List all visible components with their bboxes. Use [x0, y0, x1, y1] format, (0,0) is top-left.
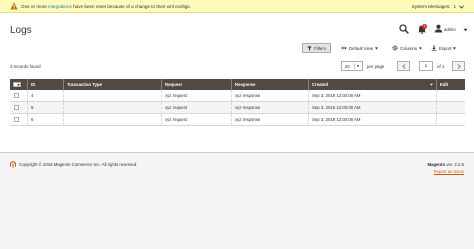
user-name[interactable]: admin	[444, 27, 456, 32]
cell-id: 6	[28, 114, 64, 126]
per-page-label: per page	[367, 64, 385, 69]
filters-label: Filters	[314, 45, 326, 51]
cell-id: 4	[28, 90, 64, 102]
page-title: Logs	[10, 25, 32, 36]
page-number-input[interactable]: 1	[419, 61, 433, 71]
page-count-label: of 1	[437, 64, 445, 69]
copyright-text: Copyright © 2018 Magento Commerce Inc. A…	[19, 162, 138, 167]
chevron-down-icon	[453, 46, 457, 50]
export-label: Export	[439, 45, 452, 51]
system-messages-count: 1	[453, 4, 456, 9]
cell-request: xyz request	[162, 114, 232, 126]
records-found: 3 records found	[10, 64, 41, 69]
column-header-request[interactable]: Request	[162, 79, 232, 90]
column-header-edit: Edit	[440, 82, 449, 87]
column-header-id[interactable]: ID	[28, 79, 64, 90]
export-dropdown[interactable]: Export	[431, 43, 464, 53]
chevron-down-icon	[418, 46, 422, 50]
table-row[interactable]: 6 xyz request xyz response Sep 3, 2018 1…	[10, 114, 465, 126]
cell-request: xyz request	[162, 90, 232, 102]
default-view-dropdown[interactable]: Default View	[341, 43, 385, 53]
chevron-down-icon	[17, 84, 20, 86]
version-number: ver. 2.2.5	[446, 162, 464, 167]
cell-response: xyz response	[232, 102, 309, 114]
notification-badge: 5	[422, 24, 427, 29]
row-checkbox[interactable]	[14, 93, 19, 98]
system-notice-bar: One or more integrations have been reset…	[0, 0, 474, 13]
integrations-link[interactable]: integrations	[48, 4, 72, 9]
magento-logo-icon	[10, 161, 16, 168]
cell-response: xyz response	[232, 90, 309, 102]
chevron-left-icon	[402, 64, 406, 69]
cell-created: Sep 3, 2018 12:00:00 AM	[309, 102, 437, 114]
table-row[interactable]: 5 xyz request xyz response Sep 3, 2018 1…	[10, 102, 465, 114]
column-header-created[interactable]: Created	[309, 79, 437, 90]
mass-action-checkbox[interactable]	[13, 82, 21, 87]
system-messages-label: System Messages:	[411, 4, 451, 9]
row-checkbox[interactable]	[14, 117, 19, 122]
column-header-transaction-type[interactable]: Transaction Type	[64, 79, 162, 90]
report-issue-link[interactable]: Report an Issue	[434, 169, 464, 174]
notice-text-suffix: have been reset because of a change to t…	[73, 4, 191, 9]
cell-request: xyz request	[162, 102, 232, 114]
eye-icon	[341, 46, 347, 50]
version-info: Magento ver. 2.2.5	[427, 162, 464, 167]
column-header-response[interactable]: Response	[232, 79, 309, 90]
warning-icon	[10, 2, 18, 10]
mass-action-select[interactable]	[10, 79, 28, 90]
product-name: Magento	[427, 162, 446, 167]
cell-created: Sep 3, 2018 12:00:00 AM	[309, 114, 437, 126]
chevron-down-icon	[354, 63, 360, 69]
notice-text-prefix: One or more	[21, 4, 47, 9]
default-view-label: Default View	[349, 45, 374, 51]
notice-message: One or more integrations have been reset…	[21, 4, 191, 9]
chevron-down-icon	[459, 4, 464, 9]
previous-page-button[interactable]	[397, 61, 410, 71]
per-page-select[interactable]: 20	[341, 61, 363, 71]
system-messages-toggle[interactable]: System Messages: 1	[412, 4, 464, 9]
column-header-created-label: Created	[312, 82, 329, 87]
cell-edit[interactable]	[437, 102, 465, 114]
columns-dropdown[interactable]: Columns	[392, 43, 424, 53]
per-page-value: 20	[345, 63, 350, 69]
page-footer	[0, 153, 474, 249]
gear-icon	[392, 45, 398, 51]
cell-transaction-type	[64, 102, 162, 114]
row-checkbox[interactable]	[14, 105, 19, 110]
cell-transaction-type	[64, 114, 162, 126]
cell-edit[interactable]	[437, 114, 465, 126]
next-page-button[interactable]	[452, 61, 465, 71]
cell-transaction-type	[64, 90, 162, 102]
chevron-down-icon	[375, 46, 379, 50]
grid-header-row: ID Transaction Type Request Response Cre…	[10, 79, 465, 90]
cell-created: Sep 3, 2018 12:00:00 AM	[309, 90, 437, 102]
row-checkbox-cell[interactable]	[10, 102, 28, 114]
filter-icon	[307, 45, 312, 51]
download-icon	[431, 45, 437, 51]
filters-button[interactable]: Filters	[302, 43, 331, 53]
user-icon[interactable]	[434, 24, 443, 33]
search-icon[interactable]	[399, 24, 409, 34]
cell-edit[interactable]	[437, 90, 465, 102]
row-checkbox-cell[interactable]	[10, 114, 28, 126]
table-row[interactable]: 4 xyz request xyz response Sep 3, 2018 1…	[10, 90, 465, 102]
cell-response: xyz response	[232, 114, 309, 126]
chevron-down-icon[interactable]	[463, 28, 468, 32]
chevron-right-icon	[457, 64, 461, 69]
columns-label: Columns	[400, 45, 417, 51]
row-checkbox-cell[interactable]	[10, 90, 28, 102]
sort-arrow-icon	[430, 83, 433, 86]
cell-id: 5	[28, 102, 64, 114]
logs-grid: ID Transaction Type Request Response Cre…	[10, 79, 465, 126]
